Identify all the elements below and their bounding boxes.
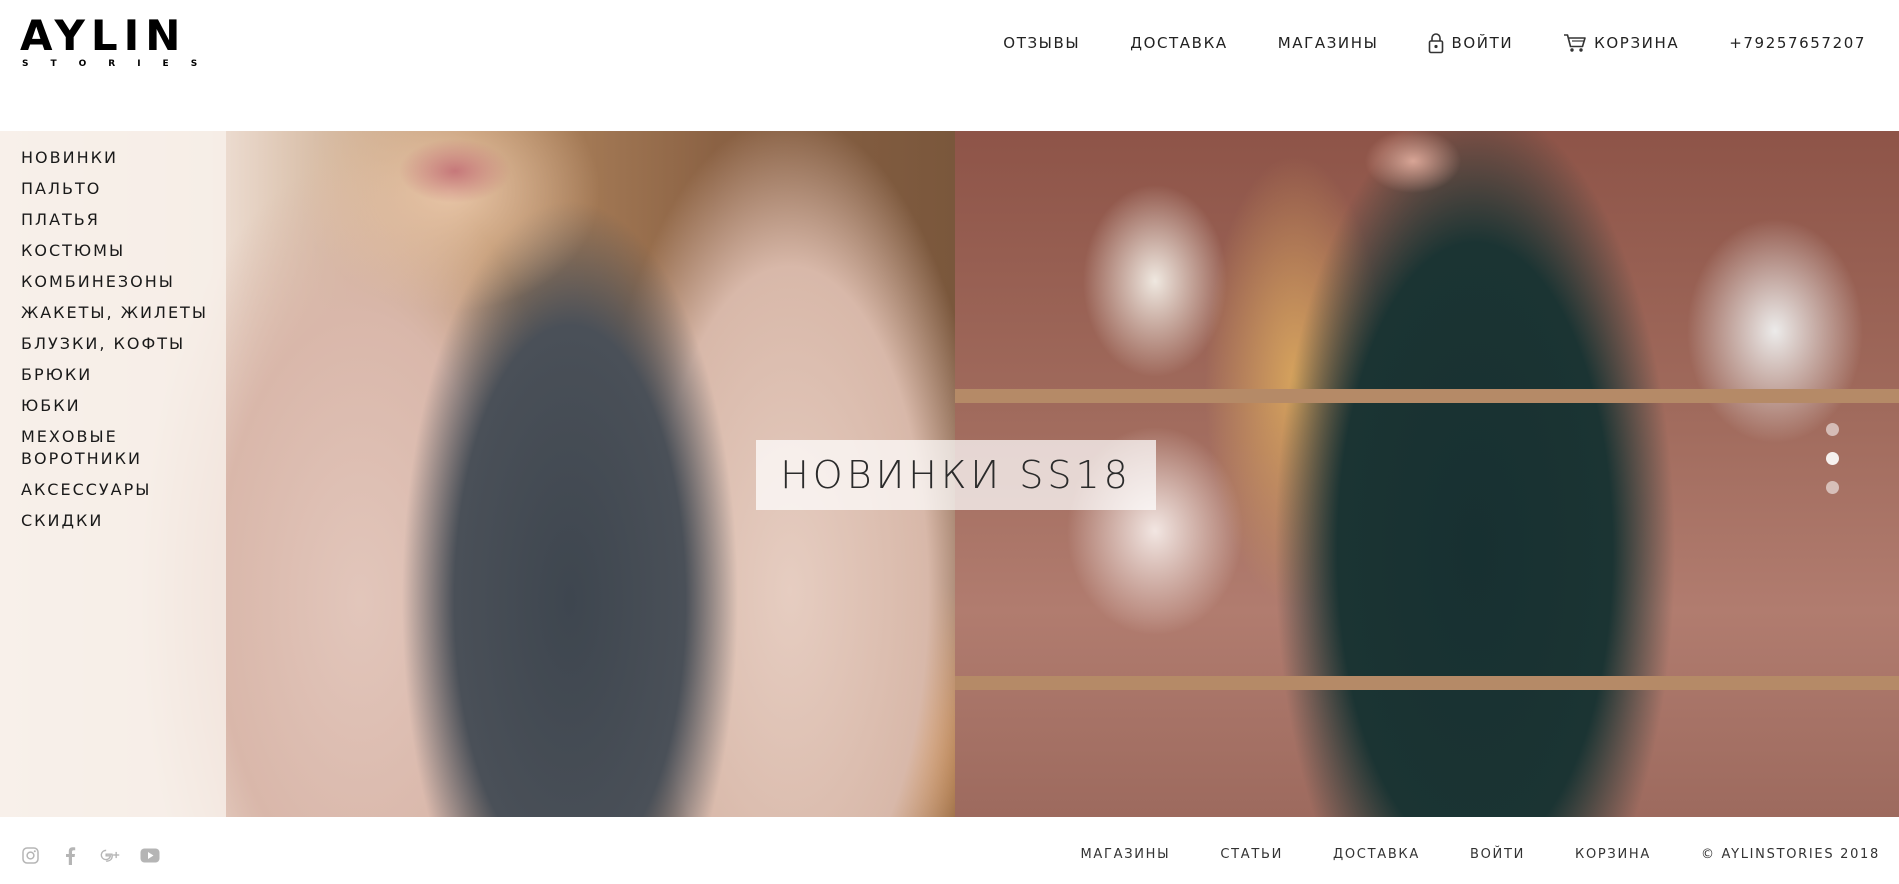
top-navigation: ОТЗЫВЫ ДОСТАВКА МАГАЗИНЫ ВОЙТИ КОРЗИНА +… [953, 30, 1866, 56]
social-links [20, 845, 180, 865]
category-jumpsuits[interactable]: КОМБИНЕЗОНЫ [0, 271, 210, 293]
slider-dot-3[interactable] [1826, 481, 1839, 494]
footer-delivery-link[interactable]: ДОСТАВКА [1333, 847, 1420, 862]
slider-pagination [1826, 423, 1840, 510]
category-skirts[interactable]: ЮБКИ [0, 395, 210, 417]
bookshelf-shelf [955, 676, 1899, 690]
category-sale[interactable]: СКИДКИ [0, 510, 210, 532]
footer-navigation: МАГАЗИНЫ СТАТЬИ ДОСТАВКА ВОЙТИ КОРЗИНА ©… [1030, 847, 1880, 862]
lock-icon [1429, 33, 1444, 54]
category-new[interactable]: НОВИНКИ [0, 147, 210, 169]
cart-icon [1564, 34, 1586, 52]
category-dresses[interactable]: ПЛАТЬЯ [0, 209, 210, 231]
category-sidebar: НОВИНКИ ПАЛЬТО ПЛАТЬЯ КОСТЮМЫ КОМБИНЕЗОН… [0, 131, 226, 817]
category-suits[interactable]: КОСТЮМЫ [0, 240, 210, 262]
slider-dot-1[interactable] [1826, 423, 1839, 436]
instagram-icon[interactable] [20, 845, 40, 865]
nav-reviews-link[interactable]: ОТЗЫВЫ [1003, 34, 1080, 52]
site-header: AYLIN STORIES ОТЗЫВЫ ДОСТАВКА МАГАЗИНЫ В… [0, 0, 1899, 131]
category-coats[interactable]: ПАЛЬТО [0, 178, 210, 200]
category-jackets-vests[interactable]: ЖАКЕТЫ, ЖИЛЕТЫ [0, 302, 210, 324]
google-plus-icon[interactable] [100, 845, 120, 865]
nav-stores-link[interactable]: МАГАЗИНЫ [1278, 34, 1379, 52]
footer-cart-link[interactable]: КОРЗИНА [1575, 847, 1651, 862]
category-accessories[interactable]: АКСЕССУАРЫ [0, 479, 210, 501]
hero-slider: НОВИНКИ ПАЛЬТО ПЛАТЬЯ КОСТЮМЫ КОМБИНЕЗОН… [0, 131, 1899, 817]
nav-login-link[interactable]: ВОЙТИ [1428, 32, 1513, 54]
youtube-icon[interactable] [140, 845, 160, 865]
footer-stores-link[interactable]: МАГАЗИНЫ [1080, 847, 1170, 862]
facebook-icon[interactable] [60, 845, 80, 865]
site-footer: МАГАЗИНЫ СТАТЬИ ДОСТАВКА ВОЙТИ КОРЗИНА ©… [0, 817, 1899, 884]
category-blouses-sweaters[interactable]: БЛУЗКИ, КОФТЫ [0, 333, 210, 355]
category-trousers[interactable]: БРЮКИ [0, 364, 210, 386]
nav-cart-link[interactable]: КОРЗИНА [1563, 33, 1679, 53]
logo-sub-text: STORIES [22, 59, 220, 69]
footer-login-link[interactable]: ВОЙТИ [1470, 847, 1525, 862]
nav-delivery-link[interactable]: ДОСТАВКА [1130, 34, 1227, 52]
logo-main-text: AYLIN [20, 11, 187, 60]
nav-login-label: ВОЙТИ [1451, 34, 1514, 52]
hero-title: НОВИНКИ SS18 [780, 453, 1132, 497]
nav-phone-link[interactable]: +79257657207 [1729, 34, 1866, 52]
copyright-text: © AYLINSTORIES 2018 [1700, 847, 1880, 862]
brand-logo[interactable]: AYLIN STORIES [20, 11, 220, 70]
slider-dot-2[interactable] [1826, 452, 1839, 465]
category-fur-collars[interactable]: МЕХОВЫЕ ВОРОТНИКИ [0, 426, 210, 470]
bookshelf-shelf [955, 389, 1899, 403]
footer-articles-link[interactable]: СТАТЬИ [1220, 847, 1283, 862]
nav-cart-label: КОРЗИНА [1594, 34, 1680, 52]
hero-banner[interactable]: НОВИНКИ SS18 [756, 440, 1156, 510]
